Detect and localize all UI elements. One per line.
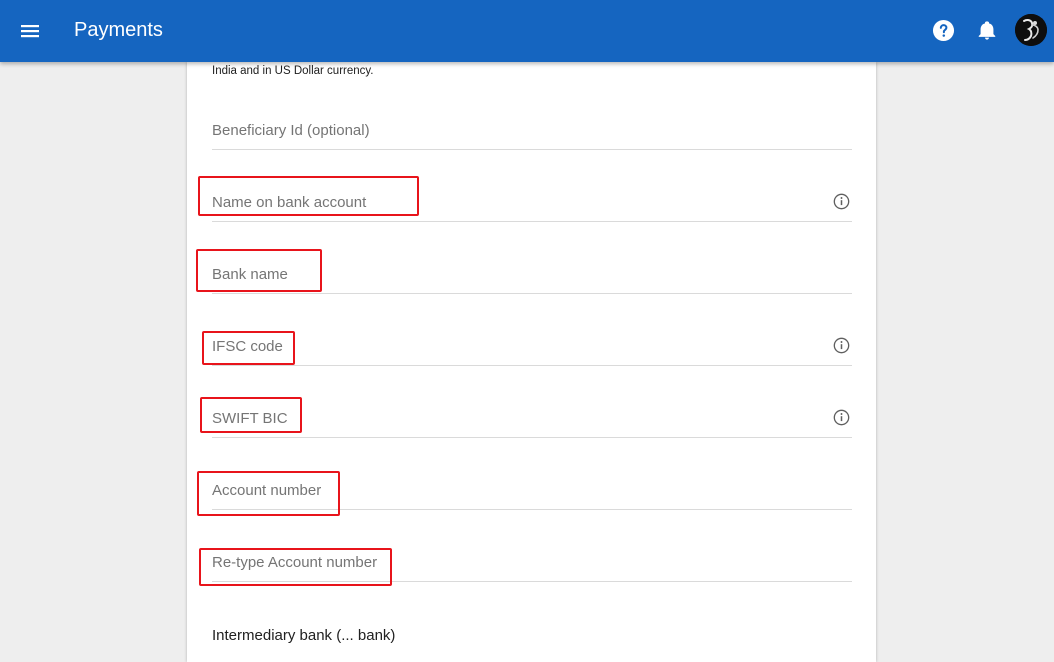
menu-icon[interactable] <box>18 19 42 43</box>
account-number-field[interactable]: Account number <box>212 469 852 510</box>
swift-bic-label: SWIFT BIC <box>212 410 288 427</box>
beneficiary-id-label: Beneficiary Id (optional) <box>212 122 370 139</box>
ifsc-code-label: IFSC code <box>212 338 283 355</box>
info-icon[interactable] <box>833 193 850 210</box>
info-icon[interactable] <box>833 409 850 426</box>
page-title: Payments <box>74 19 163 41</box>
retype-account-number-label: Re-type Account number <box>212 554 378 571</box>
notifications-bell-icon[interactable] <box>976 19 998 42</box>
retype-account-number-field[interactable]: Re-type Account number <box>212 541 852 582</box>
bank-details-form-card: India and in US Dollar currency. Benefic… <box>187 62 876 662</box>
name-on-bank-account-label: Name on bank account <box>212 194 367 211</box>
bank-name-label: Bank name <box>212 266 288 283</box>
beneficiary-id-field[interactable]: Beneficiary Id (optional) <box>212 109 852 150</box>
intermediary-bank-label: Intermediary bank (... bank) <box>212 627 396 644</box>
help-icon[interactable] <box>932 19 955 42</box>
user-avatar[interactable] <box>1015 14 1047 46</box>
swift-bic-field[interactable]: SWIFT BIC <box>212 397 852 438</box>
bank-name-field[interactable]: Bank name <box>212 253 852 294</box>
intro-text: India and in US Dollar currency. <box>212 65 374 77</box>
ifsc-code-field[interactable]: IFSC code <box>212 325 852 366</box>
info-icon[interactable] <box>833 337 850 354</box>
name-on-bank-account-field[interactable]: Name on bank account <box>212 181 852 222</box>
app-bar: Payments <box>0 0 1054 62</box>
account-number-label: Account number <box>212 482 322 499</box>
